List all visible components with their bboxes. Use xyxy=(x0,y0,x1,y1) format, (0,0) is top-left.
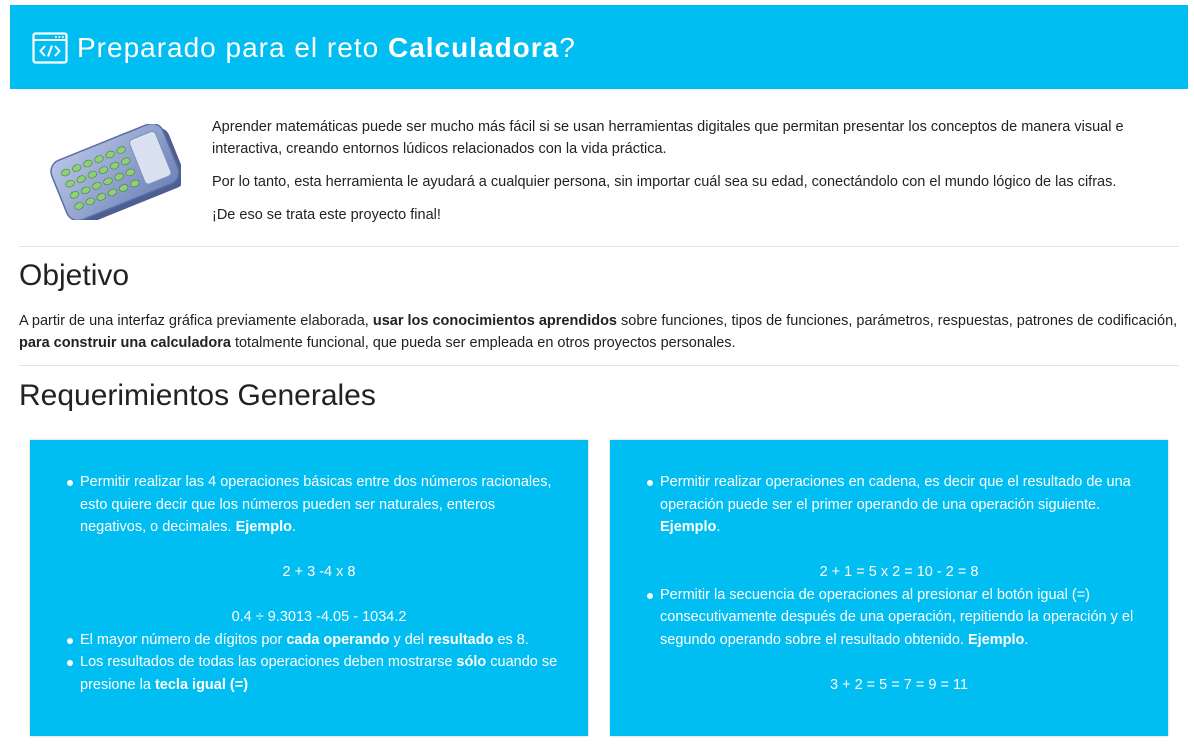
requirement-bold: Ejemplo xyxy=(967,631,1025,648)
objetivo-text-part: A partir de una interfaz gráfica previam… xyxy=(19,313,373,329)
requirement-item: Permitir la secuencia de operaciones al … xyxy=(647,584,1138,697)
requirement-item: Permitir realizar operaciones en cadena,… xyxy=(647,471,1138,584)
example-expression: 2 + 1 = 5 x 2 = 10 - 2 = 8 xyxy=(819,564,979,580)
requirement-item: Los resultados de todas las operaciones … xyxy=(67,651,558,696)
requirement-item: Permitir realizar las 4 operaciones bási… xyxy=(67,471,558,629)
requirement-text: es 8. xyxy=(493,631,529,648)
requirement-text: Permitir la secuencia de operaciones al … xyxy=(660,586,1134,648)
objetivo-text-part: sobre funciones, tipos de funciones, par… xyxy=(617,313,1178,329)
requirement-text: El mayor número de dígitos por xyxy=(80,631,287,648)
intro-paragraph: Aprender matemáticas puede ser mucho más… xyxy=(212,119,1124,157)
intro-paragraph: Por lo tanto, esta herramienta le ayudar… xyxy=(212,174,1117,190)
requirements-card-left: Permitir realizar las 4 operaciones bási… xyxy=(30,440,588,736)
requirement-text: . xyxy=(1024,631,1029,648)
requirement-bold: resultado xyxy=(428,631,494,648)
requirement-bold: cada operando xyxy=(286,631,390,648)
objetivo-text: A partir de una interfaz gráfica previam… xyxy=(19,310,1179,354)
example-expression: 3 + 2 = 5 = 7 = 9 = 11 xyxy=(830,676,968,693)
page-header: Preparado para el reto Calculadora? xyxy=(10,5,1188,89)
requirement-text: Los resultados de todas las operaciones … xyxy=(80,654,457,670)
code-window-icon xyxy=(32,32,68,64)
intro-text: Aprender matemáticas puede ser mucho más… xyxy=(212,116,1142,237)
requirements-list: Permitir realizar las 4 operaciones bási… xyxy=(67,471,558,696)
requirement-text: y del xyxy=(389,631,429,648)
intro-section: Aprender matemáticas puede ser mucho más… xyxy=(19,108,1179,247)
requirement-bold: sólo xyxy=(456,654,487,670)
example-expression: 0.4 ÷ 9.3013 -4.05 - 1034.2 xyxy=(231,609,407,625)
requerimientos-heading: Requerimientos Generales xyxy=(19,379,376,412)
requirements-list: Permitir realizar operaciones en cadena,… xyxy=(647,471,1138,697)
requirement-text: Permitir realizar las 4 operaciones bási… xyxy=(80,474,552,535)
requirement-bold: Ejemplo xyxy=(235,519,292,535)
requirement-bold: tecla igual (=) xyxy=(154,676,249,693)
example-expression: 2 + 3 -4 x 8 xyxy=(282,564,356,580)
intro-paragraph: ¡De eso se trata este proyecto final! xyxy=(212,207,441,223)
title-suffix: ? xyxy=(559,32,576,63)
objetivo-bold: usar los conocimientos aprendidos xyxy=(372,313,617,329)
title-prefix: Preparado para el reto xyxy=(77,32,388,63)
requirement-item: El mayor número de dígitos por cada oper… xyxy=(67,629,558,652)
requirements-card-right: Permitir realizar operaciones en cadena,… xyxy=(610,440,1168,736)
objetivo-bold: para construir una calculadora xyxy=(19,335,231,351)
objetivo-heading: Objetivo xyxy=(19,259,130,292)
calculator-illustration xyxy=(50,124,181,220)
requirement-bold: Ejemplo xyxy=(660,519,717,535)
page-title: Preparado para el reto Calculadora? xyxy=(77,32,576,64)
requirement-text: . xyxy=(716,519,721,535)
objetivo-text-part: totalmente funcional, que pueda ser empl… xyxy=(230,335,736,351)
title-bold: Calculadora xyxy=(387,32,560,63)
requirement-text: Permitir realizar operaciones en cadena,… xyxy=(660,474,1131,513)
section-divider xyxy=(19,365,1179,366)
requirement-text: . xyxy=(291,519,296,535)
